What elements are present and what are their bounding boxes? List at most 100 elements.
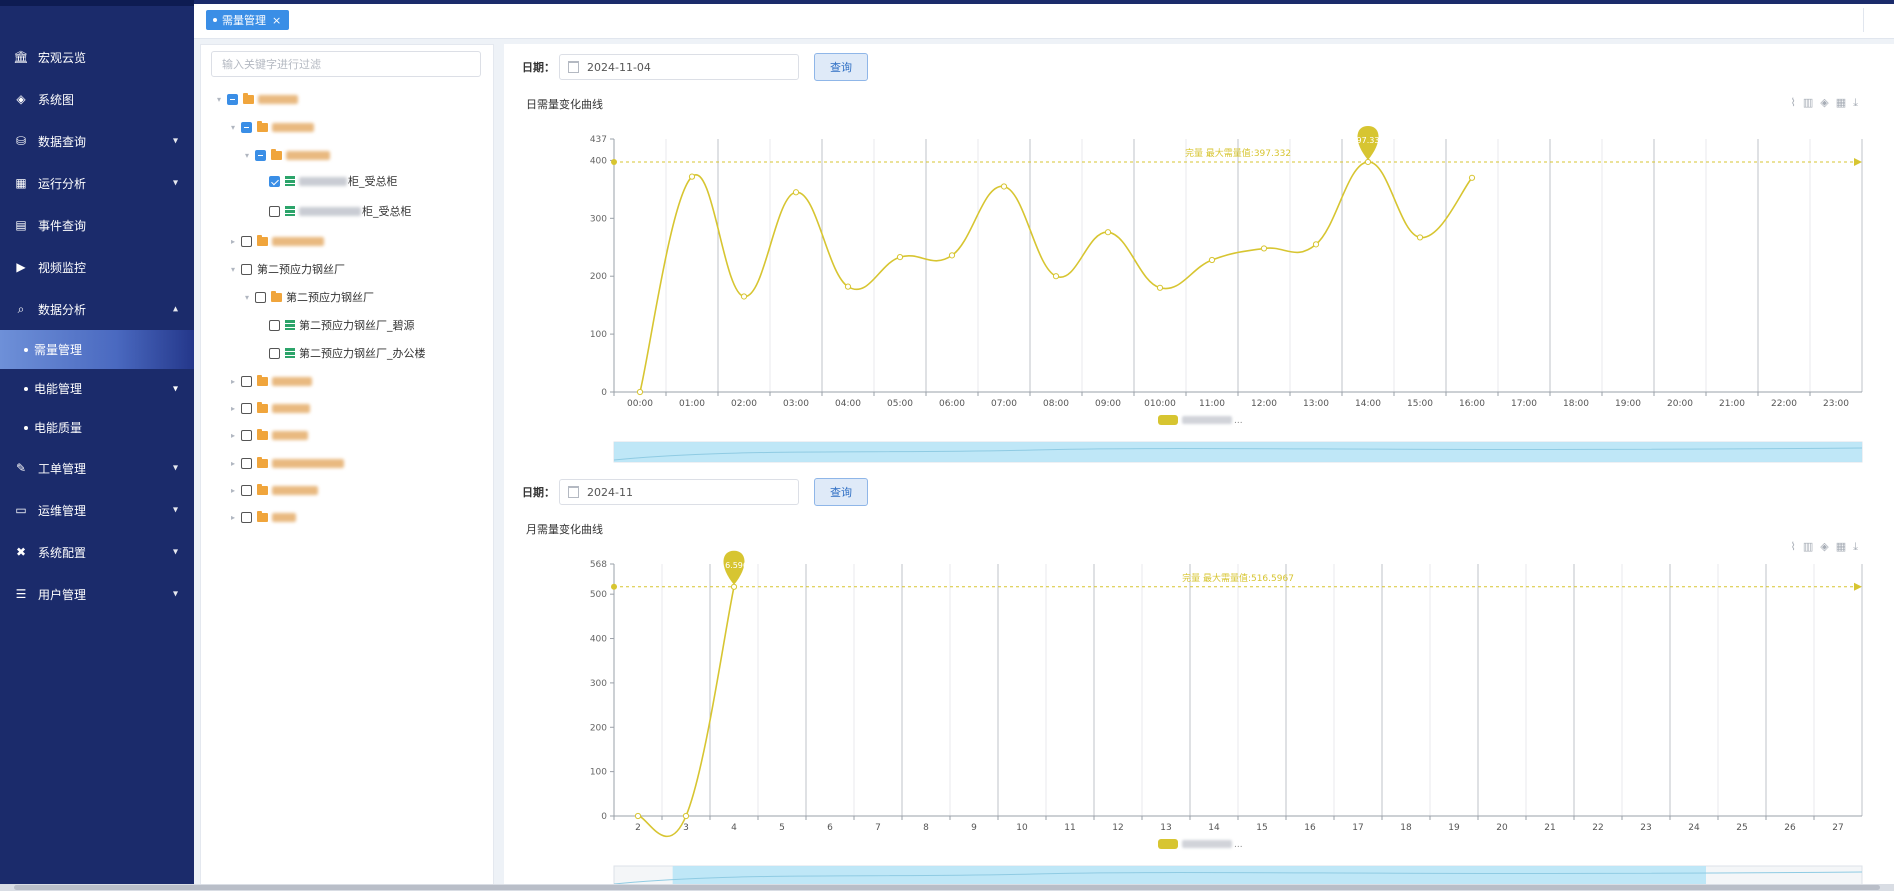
sidebar-item-label: 宏观云览 — [38, 50, 87, 65]
markline-label: 完量 最大需量值:516.5967 — [1182, 572, 1294, 584]
caret-right-icon[interactable]: ▸ — [227, 404, 239, 413]
tab-demand-management[interactable]: 需量管理 × — [206, 10, 290, 30]
tree-checkbox[interactable] — [255, 149, 266, 161]
caret-right-icon[interactable]: ▸ — [227, 377, 239, 386]
bullet-icon — [24, 425, 28, 430]
caret-right-icon[interactable]: ▸ — [227, 459, 239, 468]
tree-checkbox[interactable] — [241, 402, 252, 414]
chevron-down-icon: ▾ — [172, 135, 178, 147]
tree-node[interactable]: ▸ — [227, 397, 311, 419]
tree-filter-input[interactable] — [211, 51, 481, 77]
folder-icon — [243, 92, 254, 104]
sidebar-item-video[interactable]: ▶ 视频监控 — [0, 246, 194, 288]
tree-node[interactable]: ▸ — [227, 230, 325, 252]
x-tick-label: 20 — [1496, 823, 1508, 833]
folder-icon — [257, 510, 268, 522]
tree-checkbox[interactable] — [269, 175, 280, 187]
folder-icon — [257, 234, 268, 246]
tree-node[interactable]: ▾ — [227, 116, 315, 138]
tree-node[interactable]: ▸ — [227, 452, 345, 474]
tree-checkbox[interactable] — [269, 347, 280, 359]
x-tick-label: 2 — [635, 823, 641, 833]
x-tick-label: 17 — [1352, 823, 1363, 833]
tree-checkbox[interactable] — [241, 121, 252, 133]
tree-node[interactable]: 第二预应力钢丝厂_碧源 — [255, 314, 415, 336]
y-tick-label: 300 — [590, 679, 607, 689]
tree-checkbox[interactable] — [241, 511, 252, 523]
y-tick-label: 0 — [601, 812, 607, 822]
sidebar-subitem-label: 电能管理 — [34, 382, 83, 396]
chevron-down-icon: ▾ — [172, 588, 178, 600]
x-tick-label: 5 — [779, 823, 785, 833]
tree-checkbox[interactable] — [241, 429, 252, 441]
tree-checkbox[interactable] — [241, 375, 252, 387]
sidebar-subitem-label: 电能质量 — [34, 421, 83, 435]
tree-node[interactable]: 柜_受总柜 — [255, 200, 412, 222]
tree-checkbox[interactable] — [227, 93, 238, 105]
sidebar-subitem-0[interactable]: 需量管理 — [0, 330, 194, 369]
tree-checkbox[interactable] — [269, 205, 280, 217]
sidebar-item-layers[interactable]: ◈ 系统图 — [0, 78, 194, 120]
tree-node[interactable]: 柜_受总柜 — [255, 170, 398, 192]
sidebar-item-monitor[interactable]: ▭ 运维管理 ▾ — [0, 489, 194, 531]
tree-node[interactable]: ▸ — [227, 424, 309, 446]
x-tick-label: 16 — [1304, 823, 1316, 833]
folder-icon — [257, 401, 268, 413]
x-tick-label: 22 — [1592, 823, 1603, 833]
caret-right-icon[interactable]: ▸ — [227, 486, 239, 495]
sidebar-item-clipboard[interactable]: ▤ 事件查询 — [0, 204, 194, 246]
caret-right-icon[interactable]: ▸ — [227, 431, 239, 440]
horizontal-scrollbar[interactable] — [0, 884, 1894, 891]
tree-node-label: 柜_受总柜 — [348, 175, 398, 188]
redacted-text — [272, 236, 324, 246]
tree-node[interactable]: ▾ 第二预应力钢丝厂 — [241, 286, 374, 308]
caret-down-icon[interactable]: ▾ — [213, 95, 225, 104]
chevron-down-icon: ▾ — [172, 504, 178, 516]
redacted-text — [272, 122, 314, 132]
sidebar-item-database[interactable]: ⛁ 数据查询 ▾ — [0, 120, 194, 162]
tree-checkbox[interactable] — [241, 235, 252, 247]
redacted-text — [272, 485, 318, 495]
folder-icon — [257, 120, 268, 132]
tree-panel: ▾▾▾柜_受总柜柜_受总柜▸▾第二预应力钢丝厂▾第二预应力钢丝厂第二预应力钢丝厂… — [200, 44, 494, 886]
sidebar-subitem-2[interactable]: 电能质量 — [0, 408, 194, 447]
x-tick-label: 19 — [1448, 823, 1460, 833]
device-icon — [285, 176, 295, 186]
tab-close-icon[interactable]: × — [272, 14, 281, 27]
sidebar-item-bank[interactable]: 🏛 宏观云览 — [0, 36, 194, 78]
user-icon: ☰ — [15, 587, 27, 601]
folder-icon — [257, 483, 268, 495]
tree-node[interactable]: ▾ 第二预应力钢丝厂 — [227, 258, 345, 280]
data-point — [634, 812, 642, 820]
sidebar-subitem-1[interactable]: 电能管理 ▾ — [0, 369, 194, 408]
caret-right-icon[interactable]: ▸ — [227, 513, 239, 522]
tree-node[interactable]: ▸ — [227, 370, 313, 392]
tree-node[interactable]: ▾ — [213, 88, 299, 110]
caret-down-icon[interactable]: ▾ — [241, 151, 253, 160]
sidebar-item-dashboard[interactable]: ▦ 运行分析 ▾ — [0, 162, 194, 204]
tree-checkbox[interactable] — [241, 263, 252, 275]
sidebar-item-tools[interactable]: ✖ 系统配置 ▾ — [0, 531, 194, 573]
scrollbar-thumb[interactable] — [14, 885, 1880, 890]
caret-down-icon[interactable]: ▾ — [227, 123, 239, 132]
tree-node[interactable]: ▾ — [241, 144, 331, 166]
caret-right-icon[interactable]: ▸ — [227, 237, 239, 246]
tree-node[interactable]: 第二预应力钢丝厂_办公楼 — [255, 342, 426, 364]
caret-down-icon[interactable]: ▾ — [227, 265, 239, 274]
sidebar-item-analysis[interactable]: ⌕ 数据分析 ▴ — [0, 288, 194, 330]
tree-node-label: 第二预应力钢丝厂_碧源 — [299, 319, 415, 332]
tree-checkbox[interactable] — [269, 319, 280, 331]
tree-checkbox[interactable] — [255, 291, 266, 303]
markline-arrow-icon — [1854, 582, 1862, 591]
tree-checkbox[interactable] — [241, 457, 252, 469]
chevron-down-icon: ▾ — [172, 177, 178, 189]
tree-node[interactable]: ▸ — [227, 506, 297, 528]
sidebar-item-user[interactable]: ☰ 用户管理 ▾ — [0, 573, 194, 615]
folder-icon — [271, 290, 282, 302]
tree-checkbox[interactable] — [241, 484, 252, 496]
redacted-text — [286, 150, 330, 160]
x-tick-label: 18 — [1400, 823, 1412, 833]
caret-down-icon[interactable]: ▾ — [241, 293, 253, 302]
tree-node[interactable]: ▸ — [227, 479, 319, 501]
sidebar-item-edit[interactable]: ✎ 工单管理 ▾ — [0, 447, 194, 489]
